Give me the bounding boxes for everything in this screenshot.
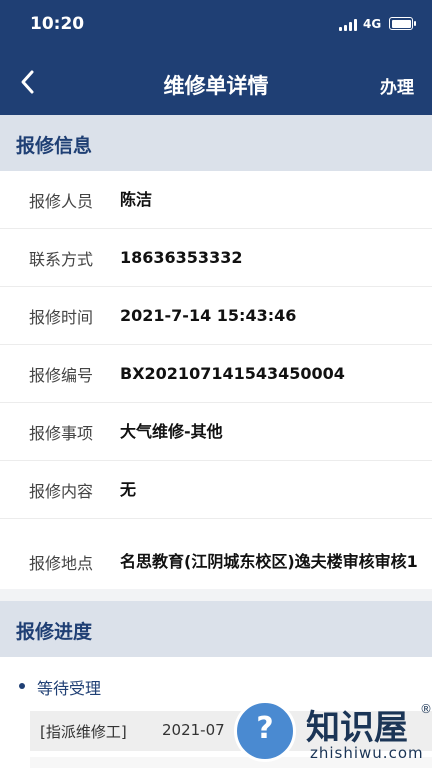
status-bar: 10:20 4G xyxy=(0,0,432,50)
info-value: 陈洁 xyxy=(120,189,153,209)
progress-section-title: 报修进度 xyxy=(16,621,93,643)
log-time: 2021-07 xyxy=(162,721,225,739)
info-value: 无 xyxy=(120,479,137,499)
info-value: 2021-7-14 15:43:46 xyxy=(120,305,297,325)
info-label: 报修地点 xyxy=(29,553,94,573)
info-value[interactable]: 18636353332 xyxy=(120,245,418,271)
info-value: 大气维修-其他 xyxy=(120,421,223,441)
watermark-url: zhishiwu.com xyxy=(310,744,424,762)
watermark-text: 知识屋 xyxy=(306,708,408,748)
info-label: 报修人员 xyxy=(29,191,94,211)
info-row-item: 报修事项 大气维修-其他 xyxy=(0,403,432,461)
info-label: 报修事项 xyxy=(29,423,94,443)
info-section-header: 报修信息 xyxy=(0,115,432,171)
status-time: 10:20 xyxy=(30,14,85,34)
progress-section-header: 报修进度 xyxy=(0,601,432,657)
watermark-registered: ® xyxy=(420,702,432,716)
info-row-reporter: 报修人员 陈洁 xyxy=(0,171,432,229)
info-row-time: 报修时间 2021-7-14 15:43:46 xyxy=(0,287,432,345)
progress-step-label: 等待受理 xyxy=(37,679,102,698)
battery-icon xyxy=(389,17,416,30)
info-label: 报修时间 xyxy=(29,307,94,327)
info-value: 名思教育(江阴城东校区)逸夫楼审核审核1 xyxy=(120,551,418,571)
handle-button[interactable]: 办理 xyxy=(380,73,414,98)
info-value: BX202107141543450004 xyxy=(120,363,345,383)
info-label: 报修编号 xyxy=(29,365,94,385)
info-label: 报修内容 xyxy=(29,481,94,501)
nav-bar: 维修单详情 办理 xyxy=(0,50,432,115)
info-list: 报修人员 陈洁 联系方式 18636353332 报修时间 2021-7-14 … xyxy=(0,171,432,605)
info-row-contact: 联系方式 18636353332 xyxy=(0,229,432,287)
info-label: 联系方式 xyxy=(29,249,94,269)
section-divider xyxy=(0,589,432,601)
page-title: 维修单详情 xyxy=(163,74,269,98)
bullet-dot-icon xyxy=(19,683,25,689)
signal-icon xyxy=(339,19,357,31)
info-section-title: 报修信息 xyxy=(16,135,93,157)
log-tag: [指派维修工] xyxy=(40,723,127,741)
app-header: 10:20 4G 维修单详情 办理 xyxy=(0,0,432,115)
info-row-content: 报修内容 无 xyxy=(0,461,432,519)
watermark-logo-icon: ? xyxy=(234,700,296,762)
info-row-number: 报修编号 BX202107141543450004 xyxy=(0,345,432,403)
network-type: 4G xyxy=(363,17,382,31)
